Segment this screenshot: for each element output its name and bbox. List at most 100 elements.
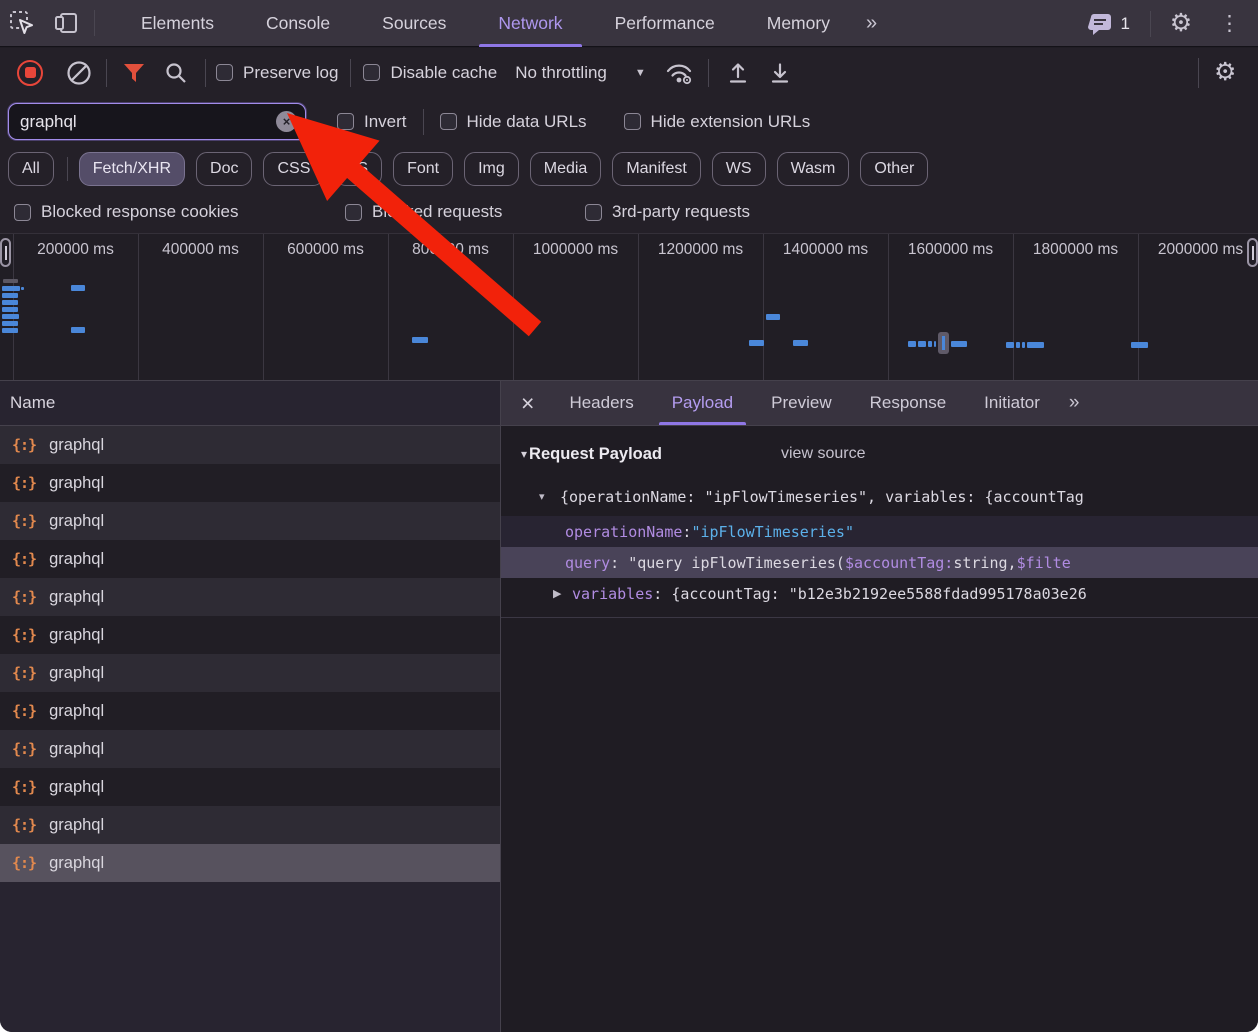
toolbar-divider <box>205 59 206 87</box>
hide-extension-urls-checkbox[interactable] <box>624 113 641 130</box>
overview-right-handle[interactable] <box>1247 238 1258 267</box>
details-tab-payload[interactable]: Payload <box>653 381 752 425</box>
import-har-icon[interactable] <box>717 48 759 97</box>
details-tab-preview[interactable]: Preview <box>752 381 850 425</box>
search-icon[interactable] <box>155 48 197 97</box>
filter-funnel-icon[interactable] <box>113 48 155 97</box>
request-row[interactable]: {:}graphql <box>0 578 500 616</box>
more-options-menu-icon[interactable]: ⋮ <box>1205 11 1258 36</box>
view-source-link[interactable]: view source <box>781 445 865 463</box>
clear-filter-icon[interactable]: × <box>276 111 297 132</box>
timeline-tick-label: 400000 ms <box>138 241 263 259</box>
preserve-log-toggle: Preserve log <box>216 63 338 83</box>
overview-left-handle[interactable] <box>0 238 11 267</box>
waterfall-bar <box>918 341 926 347</box>
payload-token: $accountTag: <box>845 554 953 572</box>
preserve-log-checkbox[interactable] <box>216 64 233 81</box>
request-row[interactable]: {:}graphql <box>0 540 500 578</box>
json-request-icon: {:} <box>12 436 36 454</box>
request-payload-section[interactable]: ▾ Request Payload view source <box>501 438 1258 470</box>
tab-performance[interactable]: Performance <box>589 0 741 47</box>
hide-data-urls-checkbox[interactable] <box>440 113 457 130</box>
filter-chip-fetch-xhr[interactable]: Fetch/XHR <box>79 152 185 186</box>
timeline-tick-label: 1600000 ms <box>888 241 1013 259</box>
request-name: graphql <box>49 550 104 569</box>
tab-console[interactable]: Console <box>240 0 356 47</box>
section-expander-icon[interactable]: ▾ <box>521 447 527 461</box>
filter-chip-ws[interactable]: WS <box>712 152 766 186</box>
filter-chip-img[interactable]: Img <box>464 152 519 186</box>
clear-network-log-icon[interactable] <box>58 48 100 97</box>
waterfall-bar <box>766 314 780 320</box>
filter-chip-js[interactable]: JS <box>335 152 382 186</box>
more-details-tabs-icon[interactable]: » <box>1059 381 1088 425</box>
network-conditions-icon[interactable] <box>658 48 700 97</box>
filter-chip-font[interactable]: Font <box>393 152 453 186</box>
device-toolbar-icon[interactable] <box>44 0 88 47</box>
name-column-header[interactable]: Name <box>0 381 500 426</box>
request-row[interactable]: {:}graphql <box>0 464 500 502</box>
details-tab-bar: ×HeadersPayloadPreviewResponseInitiator» <box>501 381 1258 426</box>
filter-chip-manifest[interactable]: Manifest <box>612 152 700 186</box>
filter-chip-other[interactable]: Other <box>860 152 928 186</box>
network-filter-input[interactable] <box>8 103 306 140</box>
tree-expander-icon[interactable]: ▾ <box>539 490 545 503</box>
details-tab-response[interactable]: Response <box>851 381 966 425</box>
checkbox[interactable] <box>585 204 602 221</box>
hide-extension-urls-toggle: Hide extension URLs <box>624 112 811 132</box>
tree-expander-icon[interactable]: ▶ <box>553 587 561 600</box>
network-bottom-split: Name {:}graphql{:}graphql{:}graphql{:}gr… <box>0 381 1258 1032</box>
request-row[interactable]: {:}graphql <box>0 692 500 730</box>
tab-elements[interactable]: Elements <box>115 0 240 47</box>
settings-gear-icon[interactable]: ⚙ <box>1157 0 1205 47</box>
invert-checkbox[interactable] <box>337 113 354 130</box>
network-settings-gear-icon[interactable]: ⚙ <box>1214 60 1236 85</box>
request-row[interactable]: {:}graphql <box>0 502 500 540</box>
waterfall-bar <box>749 340 764 346</box>
toolbar-divider <box>94 10 95 36</box>
tab-sources[interactable]: Sources <box>356 0 472 47</box>
request-row[interactable]: {:}graphql <box>0 616 500 654</box>
throttling-dropdown[interactable]: No throttling ▼ <box>515 63 646 83</box>
checkbox-label: 3rd-party requests <box>612 202 750 222</box>
filter-chip-all[interactable]: All <box>8 152 54 186</box>
section-title: Request Payload <box>529 445 662 464</box>
request-row[interactable]: {:}graphql <box>0 806 500 844</box>
export-har-icon[interactable] <box>759 48 801 97</box>
request-row[interactable]: {:}graphql <box>0 844 500 882</box>
request-row[interactable]: {:}graphql <box>0 654 500 692</box>
filter-chip-css[interactable]: CSS <box>263 152 324 186</box>
waterfall-bar <box>2 300 18 305</box>
filter-chip-doc[interactable]: Doc <box>196 152 252 186</box>
request-name: graphql <box>49 816 104 835</box>
issues-message-icon[interactable] <box>1085 0 1115 47</box>
close-details-icon[interactable]: × <box>501 381 550 425</box>
preserve-log-label: Preserve log <box>243 63 338 83</box>
waterfall-bar <box>934 341 936 347</box>
filter-chip-media[interactable]: Media <box>530 152 602 186</box>
hide-data-urls-toggle: Hide data URLs <box>440 112 587 132</box>
request-row[interactable]: {:}graphql <box>0 426 500 464</box>
request-details-panel: ×HeadersPayloadPreviewResponseInitiator»… <box>501 381 1258 1032</box>
blocked-response-cookies-toggle: Blocked response cookies <box>14 202 239 222</box>
tab-memory[interactable]: Memory <box>741 0 856 47</box>
tab-network[interactable]: Network <box>472 0 588 47</box>
more-tabs-icon[interactable]: » <box>856 12 885 35</box>
checkbox[interactable] <box>345 204 362 221</box>
checkbox[interactable] <box>14 204 31 221</box>
request-row[interactable]: {:}graphql <box>0 730 500 768</box>
request-row[interactable]: {:}graphql <box>0 768 500 806</box>
details-tab-headers[interactable]: Headers <box>550 381 652 425</box>
payload-token: $filte <box>1017 554 1071 572</box>
disable-cache-checkbox[interactable] <box>363 64 380 81</box>
issues-count-badge[interactable]: 1 <box>1121 14 1130 34</box>
filter-chip-wasm[interactable]: Wasm <box>777 152 850 186</box>
record-network-log-button[interactable] <box>17 60 43 86</box>
waterfall-bar <box>2 307 18 312</box>
details-tab-initiator[interactable]: Initiator <box>965 381 1059 425</box>
3rd-party-requests-toggle: 3rd-party requests <box>585 202 750 222</box>
main-toolbar-right: 1 ⚙ ⋮ <box>1085 0 1258 47</box>
inspect-element-icon[interactable] <box>0 0 44 47</box>
json-request-icon: {:} <box>12 854 36 872</box>
toolbar-divider <box>708 59 709 87</box>
